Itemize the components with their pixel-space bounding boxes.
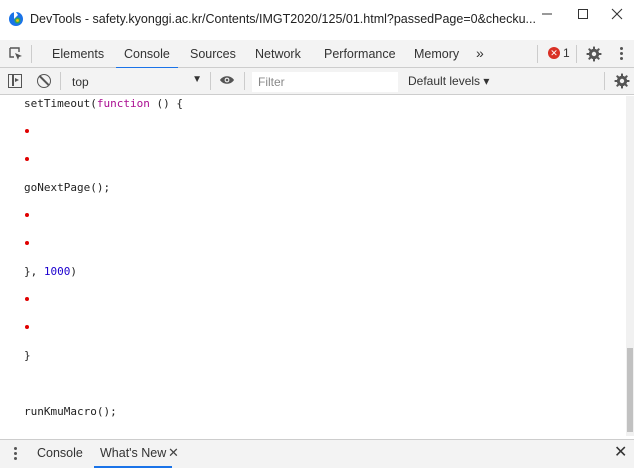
toolbar-divider — [537, 45, 538, 63]
customize-menu-icon[interactable] — [620, 46, 624, 62]
tab-elements[interactable]: Elements — [52, 40, 104, 68]
clear-console-icon[interactable] — [37, 74, 51, 88]
tab-memory[interactable]: Memory — [414, 40, 459, 68]
devtools-logo-icon — [9, 12, 23, 26]
tab-sources[interactable]: Sources — [190, 40, 236, 68]
context-selector[interactable]: top ▼ — [66, 71, 206, 92]
toolbar-divider — [576, 45, 577, 63]
list-bullet — [25, 325, 29, 329]
drawer-tab-bar — [0, 439, 634, 468]
filter-input[interactable] — [258, 75, 394, 89]
toolbar-divider — [604, 72, 605, 90]
maximize-icon — [578, 9, 588, 19]
console-settings-gear-icon[interactable] — [614, 73, 630, 89]
tab-performance[interactable]: Performance — [324, 40, 396, 68]
toolbar-divider — [244, 72, 245, 90]
filter-box — [252, 72, 398, 92]
maximize-button[interactable] — [566, 0, 600, 28]
toolbar-divider — [60, 72, 61, 90]
close-drawer-icon[interactable]: ✕ — [614, 439, 627, 468]
console-line: }, 1000) — [24, 265, 77, 278]
console-sidebar-toggle-icon[interactable] — [8, 74, 22, 88]
minimize-button[interactable] — [530, 0, 564, 28]
list-bullet — [25, 157, 29, 161]
console-line: runKmuMacro(); — [24, 405, 117, 418]
scrollbar-thumb[interactable] — [627, 348, 633, 432]
close-icon — [611, 8, 623, 20]
error-count[interactable]: 1 — [563, 46, 570, 60]
list-bullet — [25, 241, 29, 245]
settings-gear-icon[interactable] — [586, 46, 602, 62]
tab-network[interactable]: Network — [255, 40, 301, 68]
more-tabs-button[interactable]: » — [476, 40, 484, 68]
list-bullet — [25, 213, 29, 217]
drawer-tab-console[interactable]: Console — [37, 439, 83, 468]
close-tab-icon[interactable]: ✕ — [168, 439, 179, 468]
drawer-tab-whats-new[interactable]: What's New — [93, 439, 173, 468]
inspect-element-icon[interactable] — [8, 46, 24, 62]
minimize-icon — [542, 13, 552, 15]
list-bullet — [25, 297, 29, 301]
error-icon[interactable]: ✕ — [548, 47, 560, 59]
toolbar-divider — [31, 45, 32, 63]
live-expression-eye-icon[interactable] — [219, 75, 235, 85]
toolbar-divider — [210, 72, 211, 90]
context-value: top — [72, 75, 89, 89]
console-line: goNextPage(); — [24, 181, 111, 194]
window-title: DevTools - safety.kyonggi.ac.kr/Contents… — [30, 12, 536, 26]
drawer-menu-icon[interactable] — [14, 446, 17, 462]
log-levels-dropdown[interactable]: Default levels ▾ — [408, 74, 489, 88]
tab-console[interactable]: Console — [116, 40, 178, 69]
console-line: setTimeout(function () { — [24, 97, 183, 110]
console-line: } — [24, 349, 31, 362]
window-title-bar: DevTools - safety.kyonggi.ac.kr/Contents… — [0, 0, 634, 40]
console-output[interactable]: setTimeout(function () { goNextPage(); }… — [0, 96, 626, 436]
list-bullet — [25, 129, 29, 133]
console-scrollbar[interactable] — [626, 96, 634, 436]
dropdown-arrow-icon: ▼ — [192, 74, 202, 85]
close-window-button[interactable] — [600, 0, 634, 28]
